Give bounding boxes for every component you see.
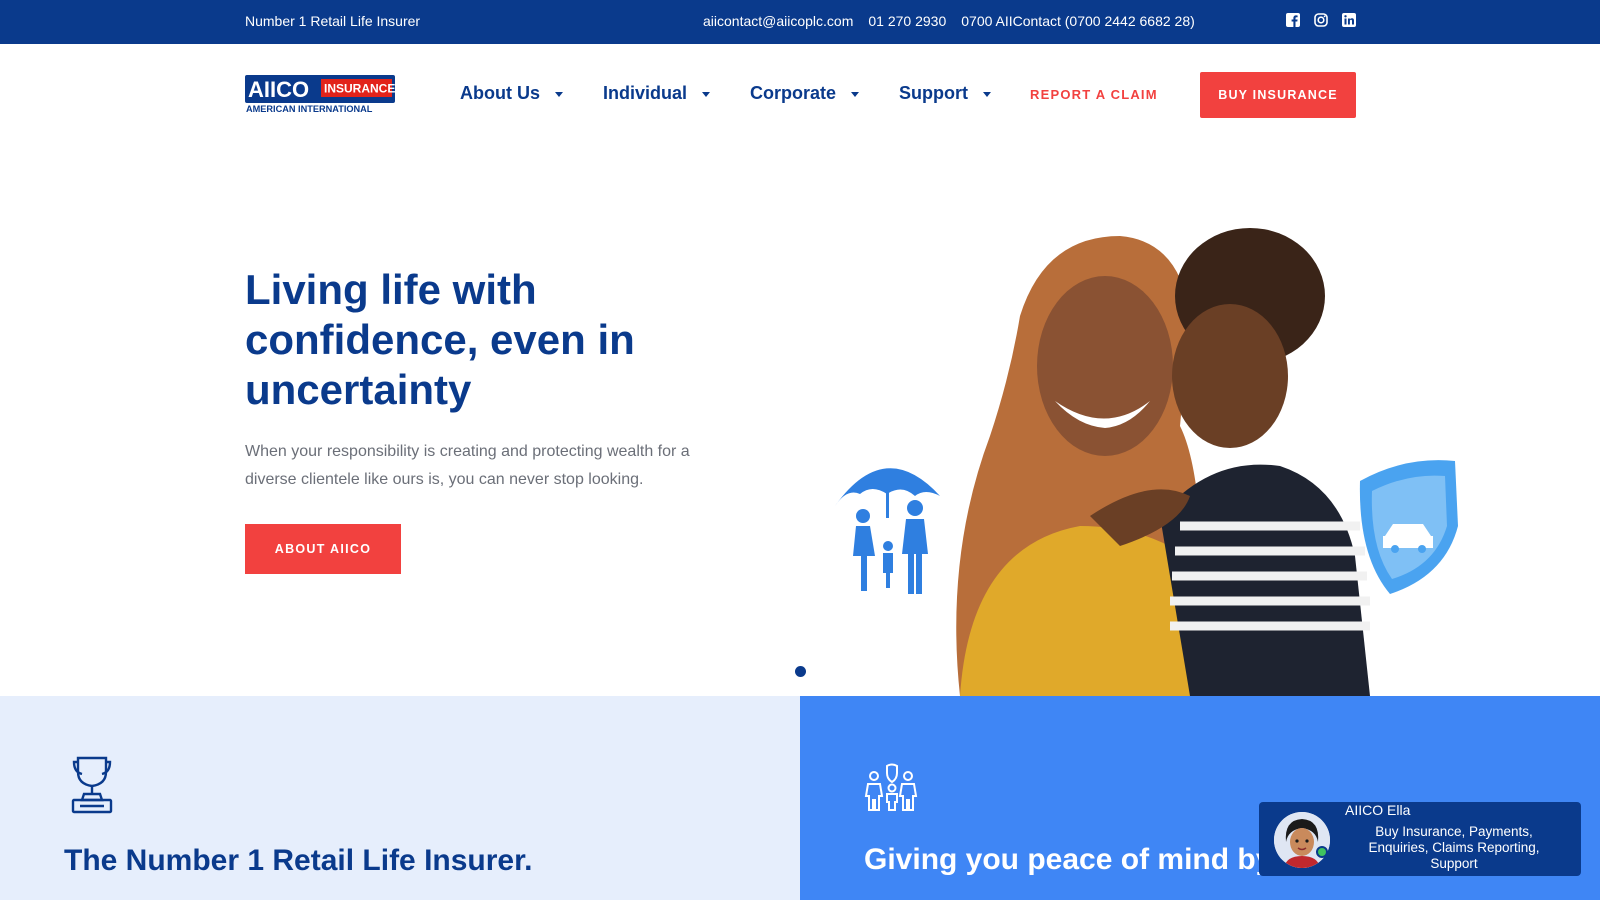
chat-description: Buy Insurance, Payments, Enquiries, Clai… — [1368, 824, 1540, 871]
carousel-dot[interactable] — [795, 666, 806, 677]
nav-item-label: Support — [899, 83, 969, 103]
chat-widget[interactable]: AIICO Ella Buy Insurance, Payments, Enqu… — [1259, 802, 1581, 876]
logo-brand: AIICO — [248, 77, 309, 102]
contact-info: aiicontact@aiicoplc.com 01 270 2930 0700… — [703, 13, 1195, 29]
nav-item-label: Corporate — [750, 83, 837, 103]
email-link[interactable]: aiicontact@aiicoplc.com — [703, 13, 853, 29]
report-claim-link[interactable]: REPORT A CLAIM — [1030, 87, 1158, 102]
about-aiico-button[interactable]: ABOUT AIICO — [245, 524, 401, 574]
trophy-icon — [71, 756, 113, 814]
left-panel-title: The Number 1 Retail Life Insurer. — [64, 844, 533, 877]
umbrella-family-icon — [835, 468, 940, 594]
buy-insurance-button[interactable]: BUY INSURANCE — [1200, 72, 1356, 118]
hero-subtitle: When your responsibility is creating and… — [245, 443, 690, 488]
nav-menu: About Us Individual Corporate Support — [460, 83, 1031, 104]
nav-item-label: About Us — [460, 83, 540, 103]
chat-agent-name: AIICO Ella — [1345, 802, 1411, 818]
nav-item-about-us[interactable]: About Us — [460, 83, 563, 104]
nav-item-individual[interactable]: Individual — [603, 83, 711, 104]
logo-badge: INSURANCE — [324, 82, 395, 96]
caret-down-icon — [555, 92, 563, 97]
linkedin-icon[interactable] — [1341, 12, 1357, 28]
nav-item-corporate[interactable]: Corporate — [750, 83, 860, 104]
facebook-icon[interactable] — [1285, 12, 1301, 28]
nav-item-label: Individual — [603, 83, 688, 103]
hero-title: Living life with confidence, even in unc… — [245, 266, 635, 413]
feature-panel-left: The Number 1 Retail Life Insurer. — [0, 696, 800, 900]
shield-car-icon — [1359, 460, 1458, 594]
caret-down-icon — [702, 92, 711, 97]
top-bar: Number 1 Retail Life Insurer aiicontact@… — [0, 0, 1600, 44]
hero-image — [835, 228, 1458, 696]
tagline: Number 1 Retail Life Insurer — [245, 13, 421, 29]
nav-item-support[interactable]: Support — [899, 83, 992, 104]
social-links — [1285, 12, 1357, 28]
online-status-indicator — [1316, 846, 1328, 858]
caret-down-icon — [983, 92, 992, 97]
agent-avatar-icon — [1274, 812, 1330, 868]
phone-link[interactable]: 01 270 2930 — [868, 13, 946, 29]
family-protection-icon — [864, 763, 918, 811]
main-nav: AIICO INSURANCE AMERICAN INTERNATIONAL A… — [0, 44, 1600, 144]
hotline-link[interactable]: 0700 AIIContact (0700 2442 6682 28) — [961, 13, 1195, 29]
instagram-icon[interactable] — [1313, 12, 1329, 28]
aiico-logo[interactable]: AIICO INSURANCE AMERICAN INTERNATIONAL — [245, 75, 395, 113]
caret-down-icon — [851, 92, 860, 97]
chat-avatar — [1274, 812, 1330, 868]
logo-subtitle: AMERICAN INTERNATIONAL — [246, 104, 373, 113]
